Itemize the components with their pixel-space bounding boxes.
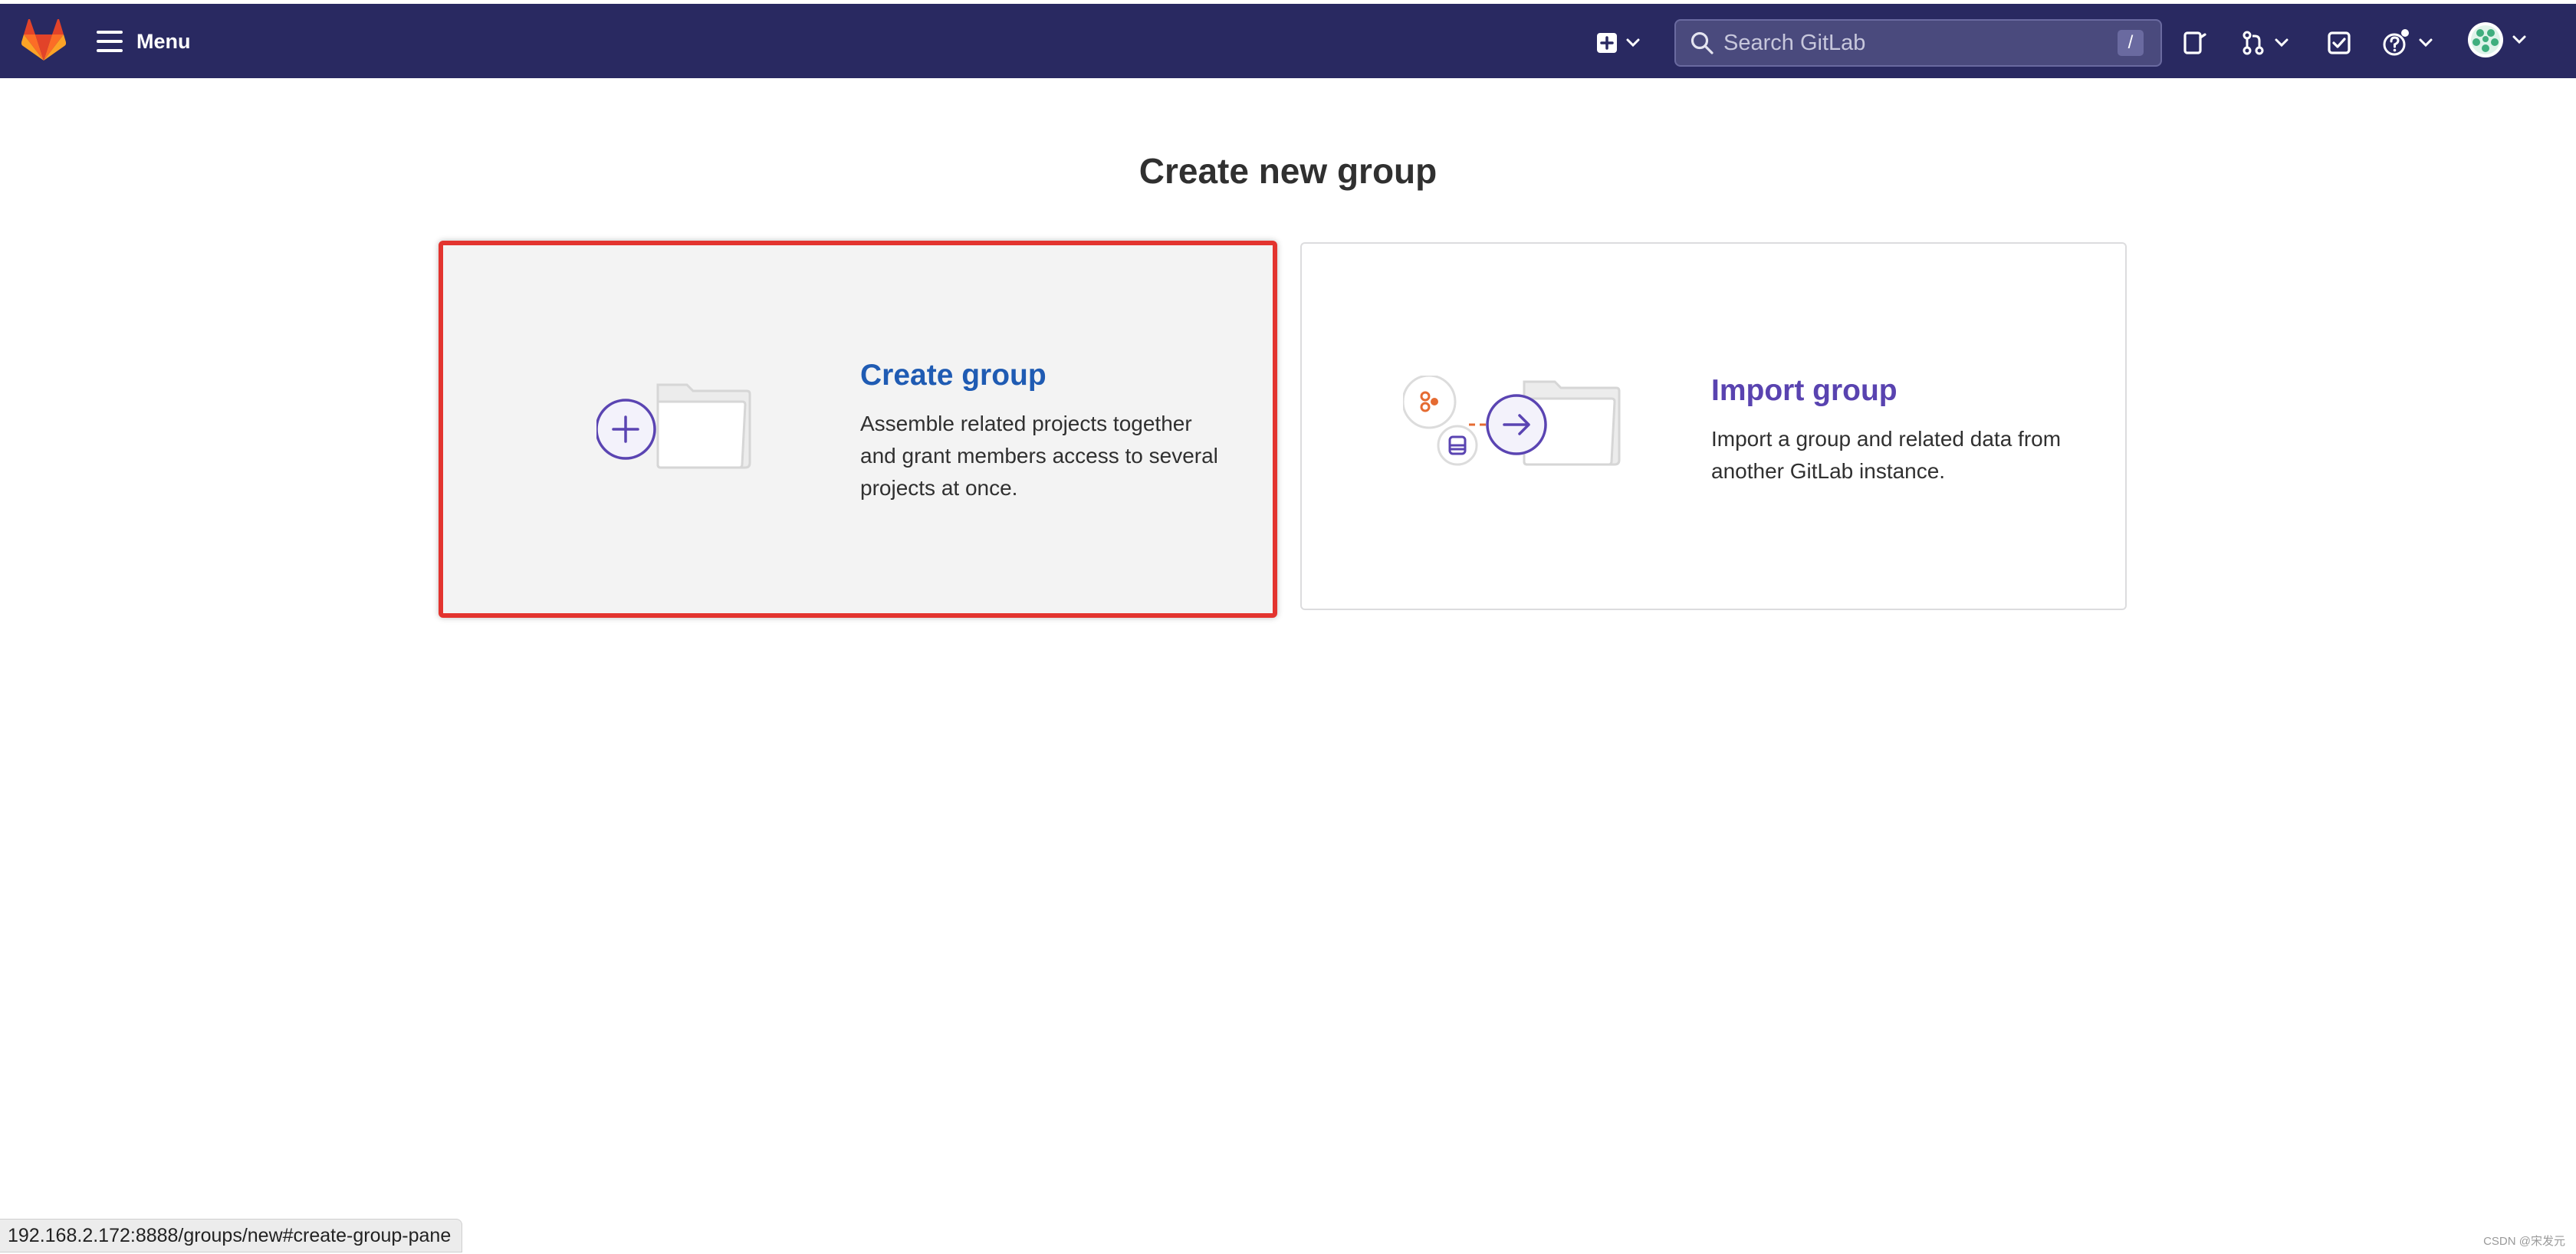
search-shortcut-badge: / bbox=[2118, 30, 2144, 56]
gitlab-logo-icon[interactable] bbox=[21, 19, 66, 62]
merge-requests-dropdown[interactable] bbox=[2240, 27, 2289, 59]
chevron-down-icon bbox=[2419, 38, 2433, 48]
help-dropdown[interactable] bbox=[2381, 27, 2433, 59]
create-group-card[interactable]: Create group Assemble related projects t… bbox=[439, 241, 1277, 618]
help-icon bbox=[2383, 29, 2409, 56]
chevron-down-icon bbox=[2275, 38, 2288, 48]
search-icon bbox=[1691, 31, 1714, 54]
search-input[interactable] bbox=[1722, 29, 2108, 57]
chevron-down-icon bbox=[1626, 38, 1640, 48]
import-group-card[interactable]: Import group Import a group and related … bbox=[1300, 242, 2127, 610]
issues-icon bbox=[2183, 31, 2206, 54]
todos-button[interactable] bbox=[2326, 27, 2352, 59]
link-preview-statusbar: 192.168.2.172:8888/groups/new#create-gro… bbox=[0, 1219, 463, 1252]
import-group-illustration-icon bbox=[1403, 376, 1621, 466]
plus-square-icon bbox=[1597, 33, 1617, 53]
merge-request-icon bbox=[2242, 31, 2264, 55]
menu-label: Menu bbox=[136, 29, 191, 53]
menu-button[interactable]: Menu bbox=[97, 25, 191, 57]
create-group-title[interactable]: Create group bbox=[860, 359, 1046, 392]
page-title: Create new group bbox=[1138, 151, 1438, 191]
chevron-down-icon bbox=[2512, 35, 2526, 44]
hamburger-icon bbox=[97, 31, 123, 52]
issues-button[interactable] bbox=[2182, 27, 2208, 59]
import-group-description: Import a group and related data from ano… bbox=[1711, 427, 2062, 483]
avatar bbox=[2468, 22, 2503, 57]
todo-checkbox-icon bbox=[2328, 31, 2351, 54]
create-group-description: Assemble related projects together and g… bbox=[860, 412, 1218, 500]
user-menu-dropdown[interactable] bbox=[2467, 22, 2527, 57]
watermark: CSDN @宋发元 bbox=[2483, 1235, 2565, 1248]
top-navbar: Menu / bbox=[0, 4, 2576, 78]
import-group-title[interactable]: Import group bbox=[1711, 374, 1898, 408]
search-box[interactable]: / bbox=[1674, 19, 2162, 67]
new-item-dropdown[interactable] bbox=[1596, 27, 1641, 59]
create-group-illustration-icon bbox=[596, 383, 751, 469]
